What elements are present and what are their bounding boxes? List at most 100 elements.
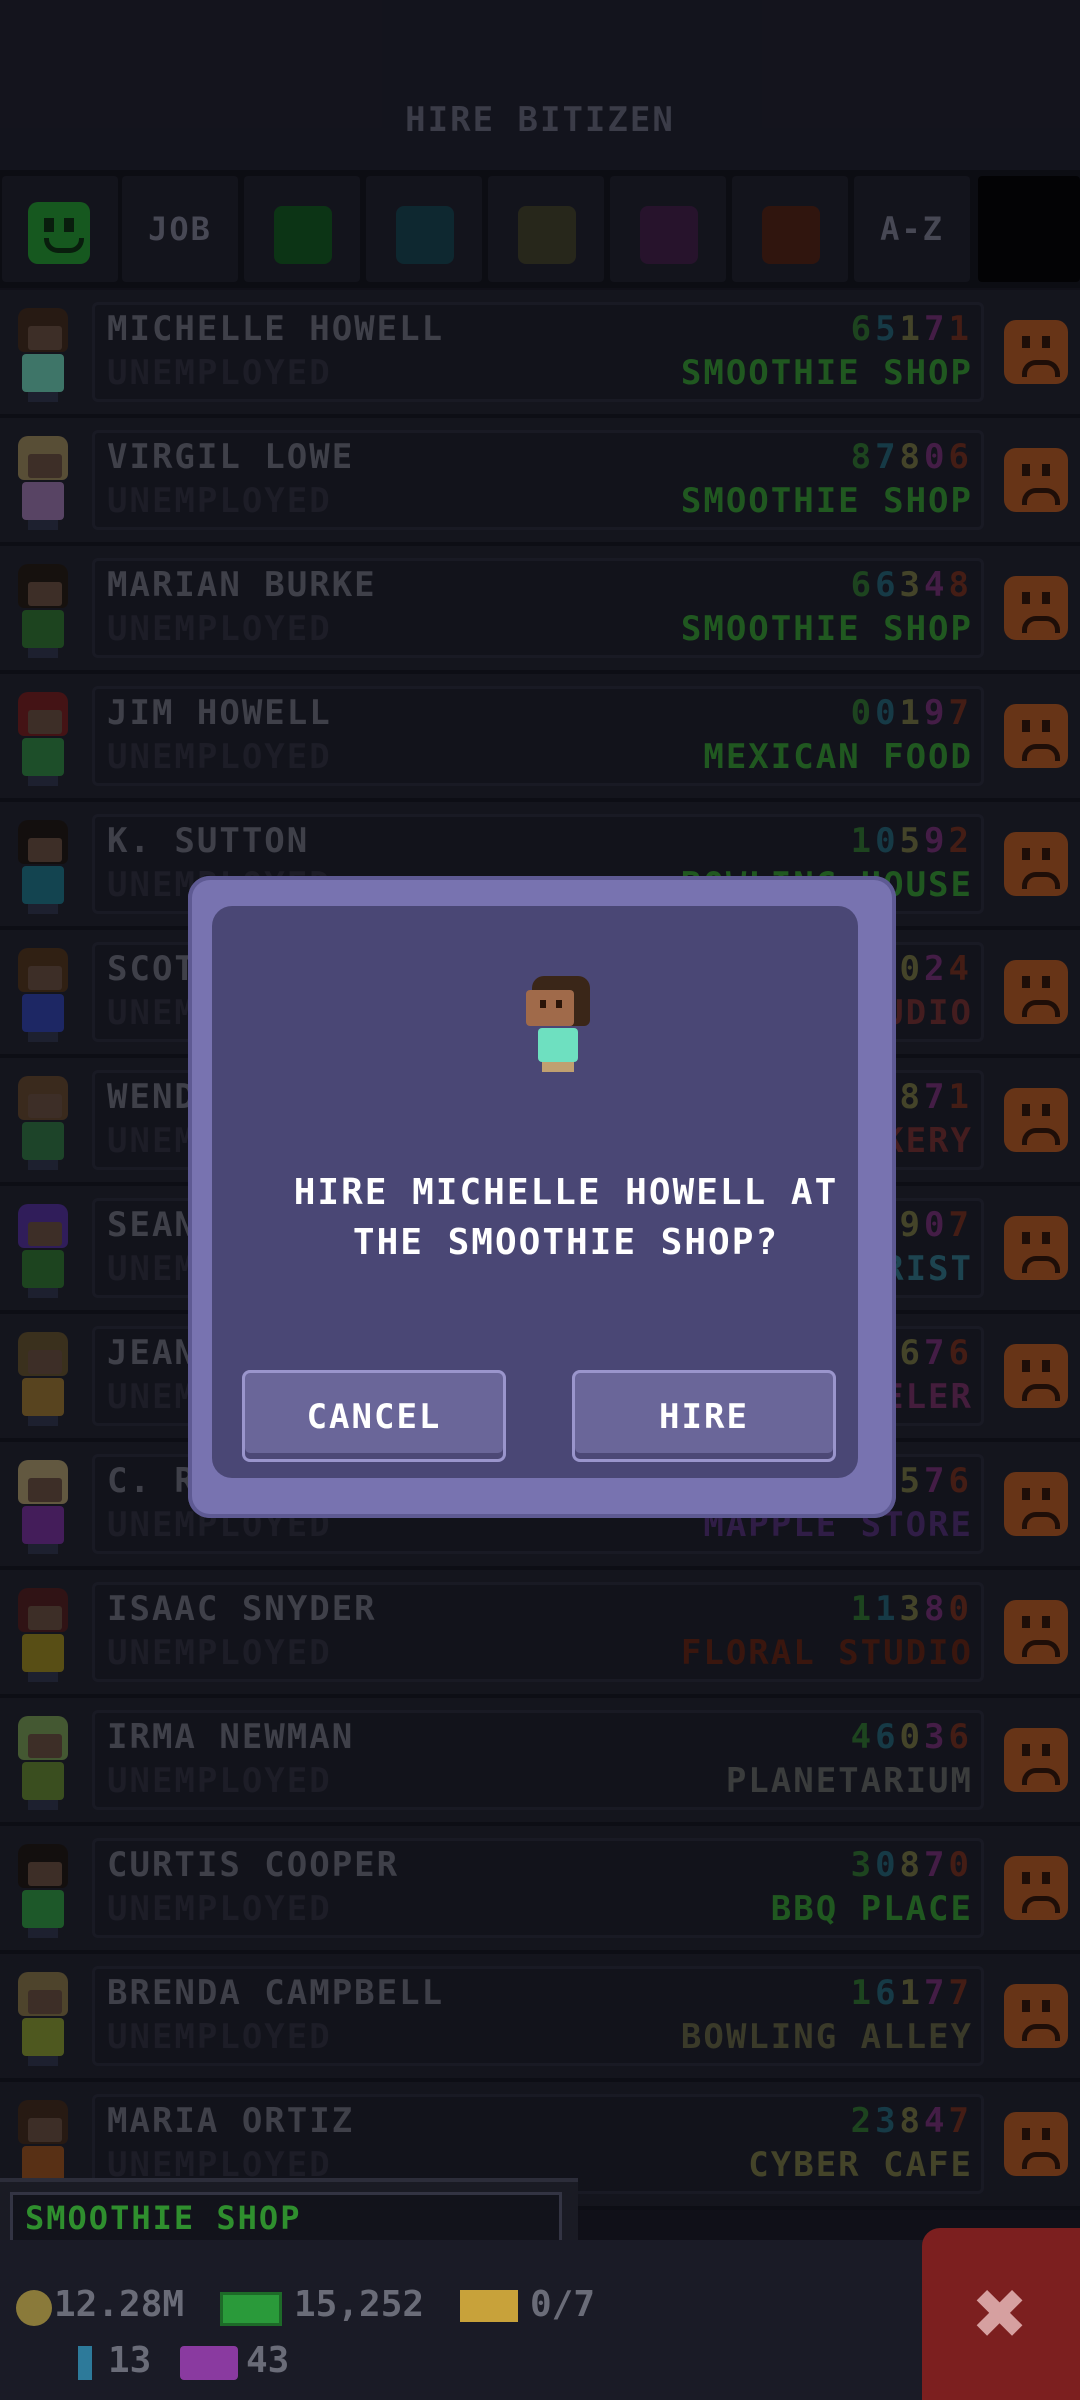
skill-digit: 7	[924, 1333, 949, 1373]
happy-face-icon	[28, 202, 90, 264]
bitizen-avatar	[10, 820, 74, 916]
skill-digit: 5	[899, 1461, 925, 1501]
skill-digit: 8	[899, 2101, 925, 2141]
bitizen-name: ISAAC SNYDER	[107, 1589, 377, 1629]
bitizen-skills: 16177	[851, 1973, 973, 2013]
ticket-icon	[460, 2290, 518, 2322]
skill-digit: 1	[850, 1589, 876, 1629]
bitizen-row[interactable]: ISAAC SNYDER UNEMPLOYED 11380 FLORAL STUDIO	[0, 1570, 1080, 1698]
coins-value: 12.28M	[54, 2284, 185, 2325]
bitizen-skills: 87806	[851, 437, 973, 477]
tab-a-z-label: A-Z	[880, 210, 944, 248]
cancel-button[interactable]: CANCEL	[242, 1370, 506, 1462]
skill-digit: 0	[899, 949, 925, 989]
skill-digit: 8	[948, 565, 973, 605]
creative-category-swatch	[640, 206, 698, 264]
bitizen-row[interactable]: VIRGIL LOWE UNEMPLOYED 87806 SMOOTHIE SHOP	[0, 418, 1080, 546]
skill-digit: 4	[948, 949, 973, 989]
skill-digit: 0	[924, 437, 949, 477]
skill-digit: 5	[899, 821, 925, 861]
bitizen-name: MARIA ORTIZ	[107, 2101, 355, 2141]
bitizen-card: IRMA NEWMAN UNEMPLOYED 46036 PLANETARIUM	[92, 1710, 984, 1810]
skill-digit: 0	[948, 1845, 973, 1885]
skill-digit: 1	[948, 309, 973, 349]
skill-digit: 7	[948, 1205, 973, 1245]
skill-digit: 3	[875, 2101, 900, 2141]
bitizen-status: UNEMPLOYED	[107, 737, 332, 777]
tab-job[interactable]: JOB	[122, 176, 238, 282]
bitizen-avatar	[10, 1204, 74, 1300]
skill-digit: 8	[899, 1077, 925, 1117]
skill-digit: 6	[875, 1717, 900, 1757]
dream-job-store: CYBER CAFE	[748, 2145, 973, 2185]
bitizen-row[interactable]: IRMA NEWMAN UNEMPLOYED 46036 PLANETARIUM	[0, 1698, 1080, 1826]
bitizen-row[interactable]: MARIAN BURKE UNEMPLOYED 66348 SMOOTHIE SHOP	[0, 546, 1080, 674]
skill-digit: 0	[875, 693, 900, 733]
bitizen-avatar	[10, 1332, 74, 1428]
close-button[interactable]: ✖	[922, 2228, 1080, 2400]
bitizen-status: UNEMPLOYED	[107, 1761, 332, 1801]
tab-recreation-category[interactable]	[488, 176, 604, 282]
bitizen-status: UNEMPLOYED	[107, 1633, 332, 1673]
unhappy-face-icon	[1004, 320, 1068, 384]
skill-digit: 0	[850, 693, 876, 733]
bitizen-name: CURTIS COOPER	[107, 1845, 400, 1885]
skill-digit: 9	[924, 821, 949, 861]
unhappy-face-icon	[1004, 832, 1068, 896]
dream-job-store: MEXICAN FOOD	[703, 737, 973, 777]
bitizen-card: MICHELLE HOWELL UNEMPLOYED 65171 SMOOTHIE S…	[92, 302, 984, 402]
recreation-category-swatch	[518, 206, 576, 264]
tickets-value: 0/7	[530, 2284, 596, 2325]
skill-digit: 8	[850, 437, 876, 477]
skill-digit: 3	[924, 1717, 949, 1757]
retail-category-swatch	[762, 206, 820, 264]
dream-job-store: PLANETARIUM	[725, 1761, 973, 1801]
bitizen-avatar	[10, 1716, 74, 1812]
bitizen-row[interactable]: CURTIS COOPER UNEMPLOYED 30870 BBQ PLACE	[0, 1826, 1080, 1954]
dialog-bitizen-avatar	[526, 976, 592, 1072]
tab-empty	[978, 176, 1080, 282]
unhappy-face-icon	[1004, 1728, 1068, 1792]
skill-digit: 7	[948, 2101, 973, 2141]
skill-digit: 7	[924, 1973, 949, 2013]
unhappy-face-icon	[1004, 1216, 1068, 1280]
skill-digit: 4	[850, 1717, 876, 1757]
tab-retail-category[interactable]	[732, 176, 848, 282]
hire-button[interactable]: HIRE	[572, 1370, 836, 1462]
tab-service-category[interactable]	[366, 176, 482, 282]
bitizen-name: JEAN	[107, 1333, 197, 1373]
skill-digit: 1	[899, 1973, 925, 2013]
bitizen-row[interactable]: JIM HOWELL UNEMPLOYED 00197 MEXICAN FOOD	[0, 674, 1080, 802]
current-store-tab[interactable]: SMOOTHIE SHOP	[0, 2178, 578, 2248]
bitizen-skills: 46036	[851, 1717, 973, 1757]
skill-digit: 0	[948, 1589, 973, 1629]
bux-cash-value: 15,252	[294, 2284, 425, 2325]
tab-food-category[interactable]	[244, 176, 360, 282]
skill-digit: 7	[924, 1077, 949, 1117]
bitizen-row[interactable]: MICHELLE HOWELL UNEMPLOYED 65171 SMOOTHIE S…	[0, 290, 1080, 418]
skill-digit: 8	[924, 1589, 949, 1629]
skill-digit: 1	[850, 1973, 876, 2013]
cash-icon	[220, 2292, 282, 2326]
dream-job-store: SMOOTHIE SHOP	[680, 353, 973, 393]
unhappy-face-icon	[1004, 960, 1068, 1024]
bitizen-row[interactable]: BRENDA CAMPBELL UNEMPLOYED 16177 BOWLING AL…	[0, 1954, 1080, 2082]
skill-digit: 9	[924, 693, 949, 733]
tv-icon	[180, 2346, 238, 2380]
skill-digit: 2	[924, 949, 949, 989]
skill-digit: 4	[924, 565, 949, 605]
bitizen-name: BRENDA CAMPBELL	[107, 1973, 445, 2013]
food-category-swatch	[274, 206, 332, 264]
bitizen-avatar	[10, 1076, 74, 1172]
unhappy-face-icon	[1004, 1088, 1068, 1152]
unhappy-face-icon	[1004, 2112, 1068, 2176]
tab-a-z[interactable]: A-Z	[854, 176, 970, 282]
skill-digit: 2	[850, 2101, 876, 2141]
tab-creative-category[interactable]	[610, 176, 726, 282]
skill-digit: 6	[850, 309, 876, 349]
skill-digit: 7	[948, 1973, 973, 2013]
skill-digit: 3	[899, 565, 925, 605]
tab-happy-filter[interactable]	[2, 176, 118, 282]
skill-digit: 3	[850, 1845, 876, 1885]
unhappy-face-icon	[1004, 1344, 1068, 1408]
